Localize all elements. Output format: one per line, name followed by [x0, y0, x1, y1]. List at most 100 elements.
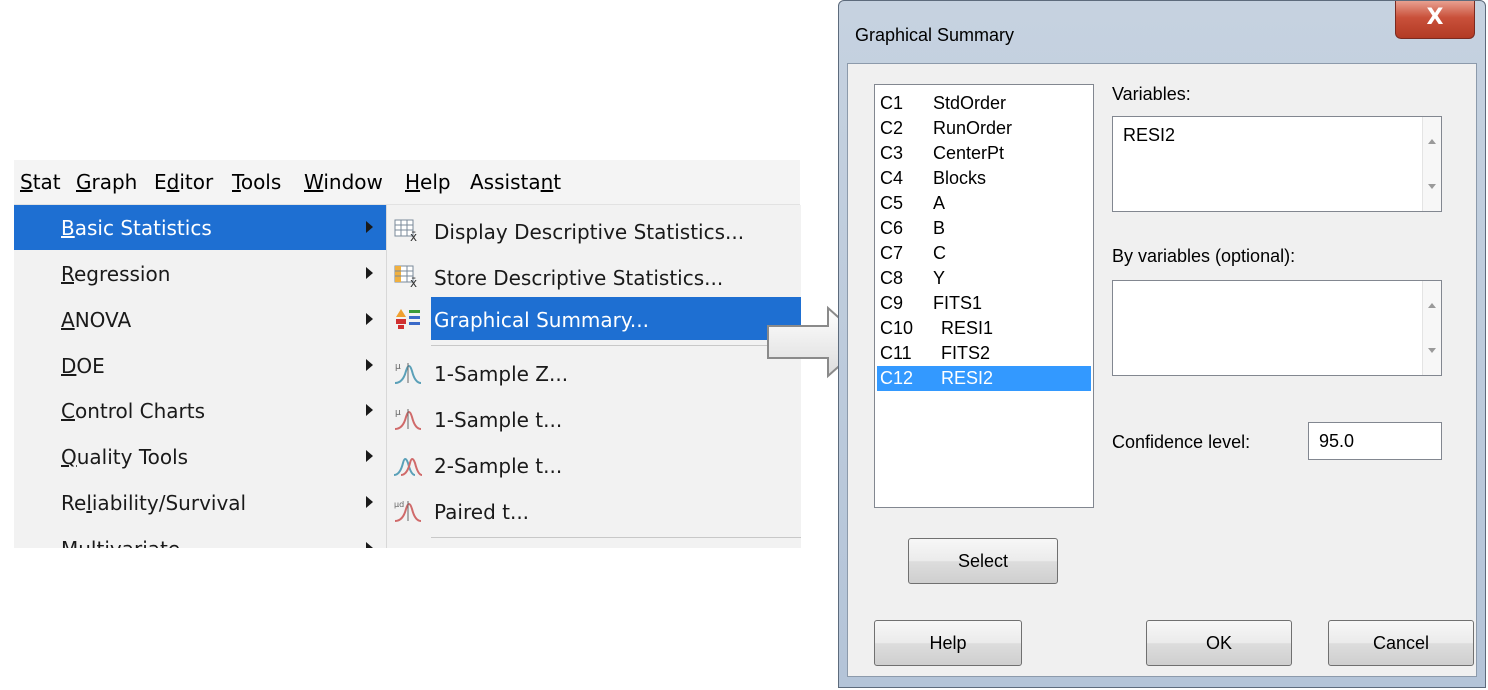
- one-sample-t-icon: µ: [394, 408, 422, 430]
- graphical-summary-icon: [396, 309, 420, 329]
- column-id: C9: [880, 293, 904, 313]
- menu-help[interactable]: Help: [405, 169, 451, 195]
- svg-text:µ: µ: [395, 408, 401, 418]
- list-item[interactable]: C6 B: [877, 216, 1091, 241]
- variables-label: Variables:: [1112, 84, 1191, 104]
- column-name: Blocks: [933, 168, 987, 188]
- menu-item-doe[interactable]: DOE: [14, 343, 386, 388]
- list-item[interactable]: C4 Blocks: [877, 166, 1091, 191]
- menu-item-multivariate[interactable]: Multivariate: [14, 526, 386, 548]
- list-item[interactable]: C7 C: [877, 241, 1091, 266]
- column-id: C8: [880, 268, 904, 288]
- variables-input[interactable]: RESI2: [1112, 116, 1442, 212]
- menu-assistant[interactable]: Assistant: [470, 169, 561, 195]
- menu-item-basic-statistics[interactable]: Basic Statistics: [14, 205, 386, 250]
- menu-item-store-descriptive-statistics[interactable]: x̄ Store Descriptive Statistics...: [387, 255, 801, 298]
- list-item[interactable]: C12 RESI2: [877, 366, 1091, 391]
- list-item[interactable]: C5 A: [877, 191, 1091, 216]
- column-name: FITS1: [933, 293, 983, 313]
- column-name: B: [933, 218, 946, 238]
- select-button[interactable]: Select: [908, 538, 1058, 584]
- menu-item-display-descriptive-statistics[interactable]: x̄ Display Descriptive Statistics...: [387, 209, 801, 252]
- column-id: C5: [880, 193, 904, 213]
- menu-editor[interactable]: Editor: [154, 169, 213, 195]
- menu-window[interactable]: Window: [304, 169, 383, 195]
- store-stats-icon: x̄: [394, 265, 417, 289]
- column-id: C6: [880, 218, 904, 238]
- menu-item-1-sample-t[interactable]: µ 1-Sample t...: [387, 397, 801, 440]
- menu-separator: [431, 537, 801, 538]
- paired-t-icon: µd: [394, 500, 422, 522]
- menu-bar: Stat Graph Editor Tools Window Help Assi…: [14, 160, 800, 205]
- menu-item-regression[interactable]: Regression: [14, 251, 386, 296]
- stat-menu: Basic Statistics Regression ANOVA DOE Co…: [14, 205, 386, 548]
- close-button[interactable]: X: [1395, 1, 1475, 39]
- list-item[interactable]: C1 StdOrder: [877, 91, 1091, 116]
- column-id: C3: [880, 143, 904, 163]
- list-item[interactable]: C3 CenterPt: [877, 141, 1091, 166]
- svg-text:µ: µ: [395, 362, 401, 372]
- column-id: C11: [880, 343, 912, 363]
- column-id: C1: [880, 93, 904, 113]
- column-name: C: [933, 243, 946, 263]
- menu-item-1-sample-z[interactable]: µ 1-Sample Z...: [387, 351, 801, 394]
- one-sample-z-icon: µ: [394, 362, 422, 384]
- column-name: RESI1: [941, 318, 994, 338]
- scrollbar[interactable]: [1422, 281, 1441, 375]
- ok-button[interactable]: OK: [1146, 620, 1292, 666]
- column-name: CenterPt: [933, 143, 1005, 163]
- menu-item-2-sample-t[interactable]: 2-Sample t...: [387, 443, 801, 486]
- column-id: C2: [880, 118, 904, 138]
- dialog-client-area: C1 StdOrder C2 RunOrder C3 CenterPt C4 Blocks C5…: [847, 63, 1477, 677]
- menu-tools[interactable]: Tools: [232, 169, 281, 195]
- basic-statistics-submenu: x̄ Display Descriptive Statistics... x̄ …: [386, 205, 801, 548]
- column-name: FITS2: [941, 343, 991, 363]
- scroll-up-icon[interactable]: [1428, 139, 1436, 144]
- list-item[interactable]: C11 FITS2: [877, 341, 1091, 366]
- column-id: C10: [880, 318, 914, 338]
- menu-item-reliability-survival[interactable]: Reliability/Survival: [14, 480, 386, 525]
- column-id: C12: [880, 368, 914, 388]
- scroll-down-icon[interactable]: [1428, 348, 1436, 353]
- column-name: RESI2: [941, 368, 994, 388]
- column-name: Y: [933, 268, 946, 288]
- scrollbar[interactable]: [1422, 117, 1441, 211]
- two-sample-t-icon: [393, 458, 423, 476]
- menu-item-paired-t[interactable]: µd Paired t...: [387, 489, 801, 532]
- submenu-arrow-icon: [366, 450, 373, 462]
- menu-item-quality-tools[interactable]: Quality Tools: [14, 434, 386, 479]
- svg-text:x̄: x̄: [410, 276, 417, 289]
- list-item[interactable]: C8 Y: [877, 266, 1091, 291]
- confidence-level-input[interactable]: 95.0: [1308, 422, 1442, 460]
- submenu-arrow-icon: [366, 221, 373, 233]
- by-variables-input[interactable]: [1112, 280, 1442, 376]
- scroll-up-icon[interactable]: [1428, 303, 1436, 308]
- submenu-arrow-icon: [366, 359, 373, 371]
- submenu-arrow-icon: [366, 404, 373, 416]
- submenu-arrow-icon: [366, 542, 373, 548]
- help-button[interactable]: Help: [874, 620, 1022, 666]
- svg-text:µd: µd: [394, 500, 404, 509]
- list-item[interactable]: C9 FITS1: [877, 291, 1091, 316]
- menu-separator: [431, 345, 801, 346]
- list-item[interactable]: C2 RunOrder: [877, 116, 1091, 141]
- by-variables-label: By variables (optional):: [1112, 246, 1296, 266]
- submenu-arrow-icon: [366, 267, 373, 279]
- graphical-summary-dialog: Graphical Summary X C1 StdOrder C2 RunOrder…: [838, 0, 1486, 688]
- column-name: A: [933, 193, 946, 213]
- column-list[interactable]: C1 StdOrder C2 RunOrder C3 CenterPt C4 Blocks C5…: [874, 84, 1094, 508]
- cancel-button[interactable]: Cancel: [1328, 620, 1474, 666]
- scroll-down-icon[interactable]: [1428, 184, 1436, 189]
- menu-item-control-charts[interactable]: Control Charts: [14, 388, 386, 433]
- submenu-arrow-icon: [366, 313, 373, 325]
- menu-graph[interactable]: Graph: [76, 169, 137, 195]
- dialog-title: Graphical Summary: [855, 25, 1015, 45]
- menu-item-anova[interactable]: ANOVA: [14, 297, 386, 342]
- list-item[interactable]: C10 RESI1: [877, 316, 1091, 341]
- submenu-arrow-icon: [366, 496, 373, 508]
- column-id: C7: [880, 243, 904, 263]
- close-icon: X: [1426, 5, 1444, 30]
- menu-stat[interactable]: Stat: [20, 169, 61, 195]
- menu-item-graphical-summary[interactable]: Graphical Summary...: [431, 297, 801, 340]
- column-id: C4: [880, 168, 904, 188]
